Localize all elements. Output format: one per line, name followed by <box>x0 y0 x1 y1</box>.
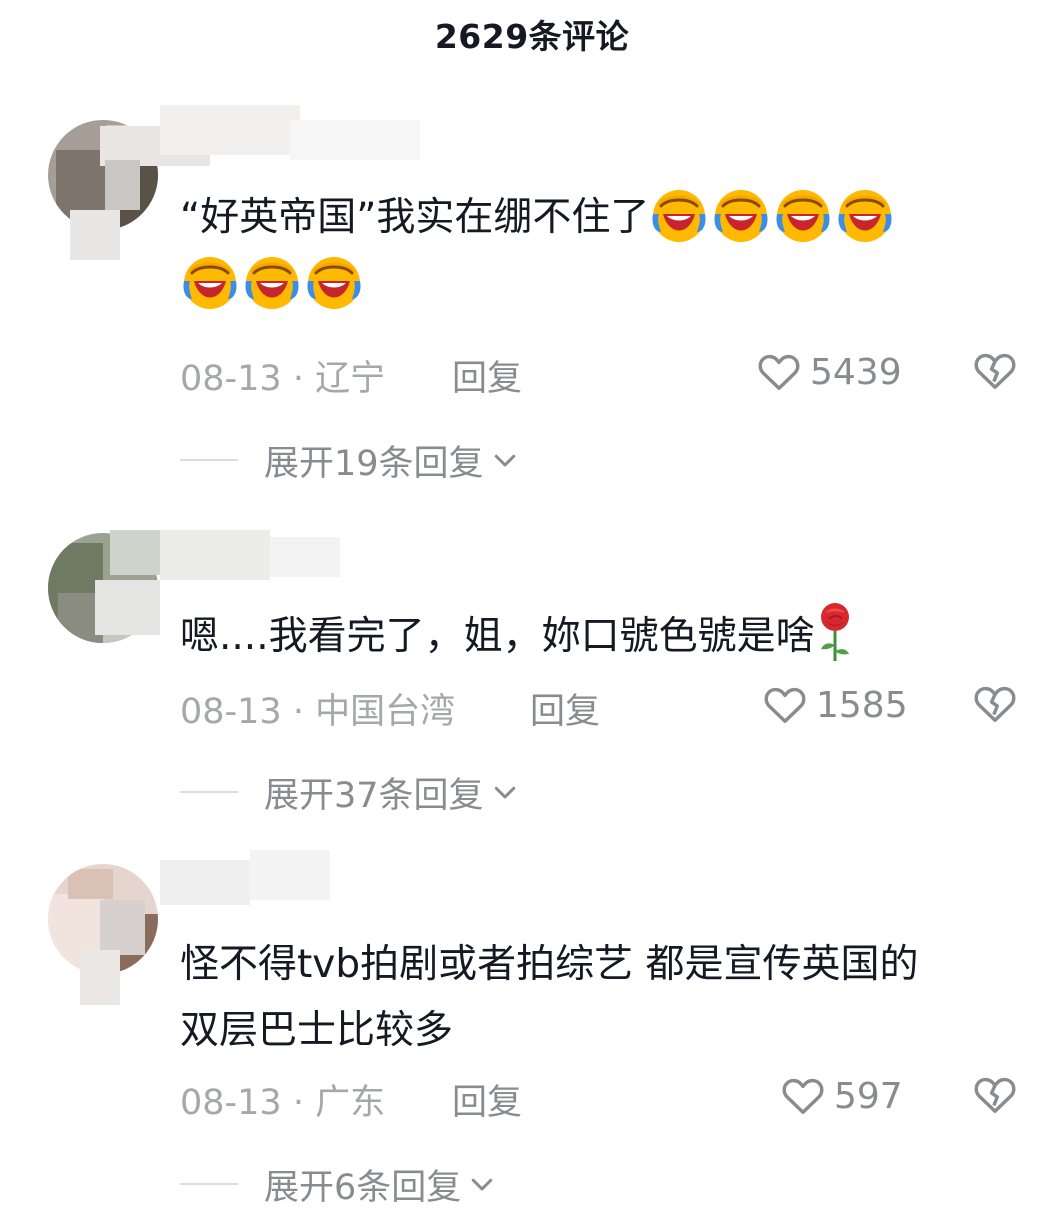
comment-text-line: “好英帝国”我实在绷不住了 <box>180 195 650 240</box>
reply-button[interactable]: 回复 <box>530 683 600 734</box>
laughing-crying-emoji-icon <box>242 251 302 311</box>
laughing-crying-emoji-icon <box>304 251 364 311</box>
laughing-crying-emoji-icon <box>180 251 240 311</box>
comment-date-location: 08-13 · 中国台湾 <box>180 692 456 732</box>
comment-date-location: 08-13 · 辽宁 <box>180 359 386 399</box>
heart-outline-icon <box>782 1078 824 1115</box>
comment-text-line: 嗯....我看完了，姐，妳口號色號是啥 <box>180 614 815 659</box>
comment-text: 怪不得tvb拍剧或者拍综艺 都是宣传英国的 双层巴士比较多 <box>180 932 1040 1064</box>
expand-replies-label: 展开6条回复 <box>264 1167 462 1208</box>
laughing-crying-emoji-icon <box>835 184 895 244</box>
laughing-crying-emoji-icon <box>649 184 709 244</box>
comment-text-line: 怪不得tvb拍剧或者拍综艺 都是宣传英国的 <box>180 942 919 987</box>
broken-heart-icon[interactable] <box>972 348 1018 394</box>
reply-button[interactable]: 回复 <box>452 350 522 401</box>
like-button[interactable]: 597 <box>780 1072 903 1120</box>
divider <box>180 1183 238 1185</box>
like-button[interactable]: 1585 <box>762 681 908 729</box>
comments-panel: 2629条评论 “好英帝国”我实在绷不住了 08-13 · 辽宁 回复 5439 <box>0 0 1064 1228</box>
comment-text-line: 双层巴士比较多 <box>180 1008 454 1053</box>
chevron-down-icon <box>494 786 515 799</box>
rose-emoji-icon <box>815 601 855 663</box>
divider <box>180 459 238 461</box>
comment-text: “好英帝国”我实在绷不住了 <box>180 184 1040 318</box>
like-count: 1585 <box>816 684 908 726</box>
laughing-crying-emoji-icon <box>773 184 833 244</box>
expand-replies-label: 展开37条回复 <box>264 775 484 816</box>
comment-date-location: 08-13 · 广东 <box>180 1083 386 1123</box>
chevron-down-icon <box>494 454 515 467</box>
expand-replies-button[interactable]: 展开37条回复 <box>180 768 520 816</box>
comment-meta: 08-13 · 辽宁 回复 5439 <box>180 348 1030 401</box>
broken-heart-icon[interactable] <box>972 681 1018 727</box>
like-count: 597 <box>834 1075 903 1117</box>
comments-count-title: 2629条评论 <box>434 17 630 56</box>
expand-replies-button[interactable]: 展开6条回复 <box>180 1160 497 1208</box>
divider <box>180 791 238 793</box>
comment-meta: 08-13 · 中国台湾 回复 1585 <box>180 681 1030 734</box>
like-count: 5439 <box>810 351 902 393</box>
expand-replies-label: 展开19条回复 <box>264 443 484 484</box>
like-button[interactable]: 5439 <box>756 348 902 396</box>
chevron-down-icon <box>472 1178 493 1191</box>
laughing-crying-emoji-icon <box>711 184 771 244</box>
broken-heart-icon[interactable] <box>972 1072 1018 1118</box>
comment-text: 嗯....我看完了，姐，妳口號色號是啥 <box>180 601 1040 670</box>
reply-button[interactable]: 回复 <box>452 1074 522 1125</box>
expand-replies-button[interactable]: 展开19条回复 <box>180 436 520 484</box>
heart-outline-icon <box>764 687 806 724</box>
heart-outline-icon <box>758 354 800 391</box>
comment-meta: 08-13 · 广东 回复 597 <box>180 1072 1030 1125</box>
